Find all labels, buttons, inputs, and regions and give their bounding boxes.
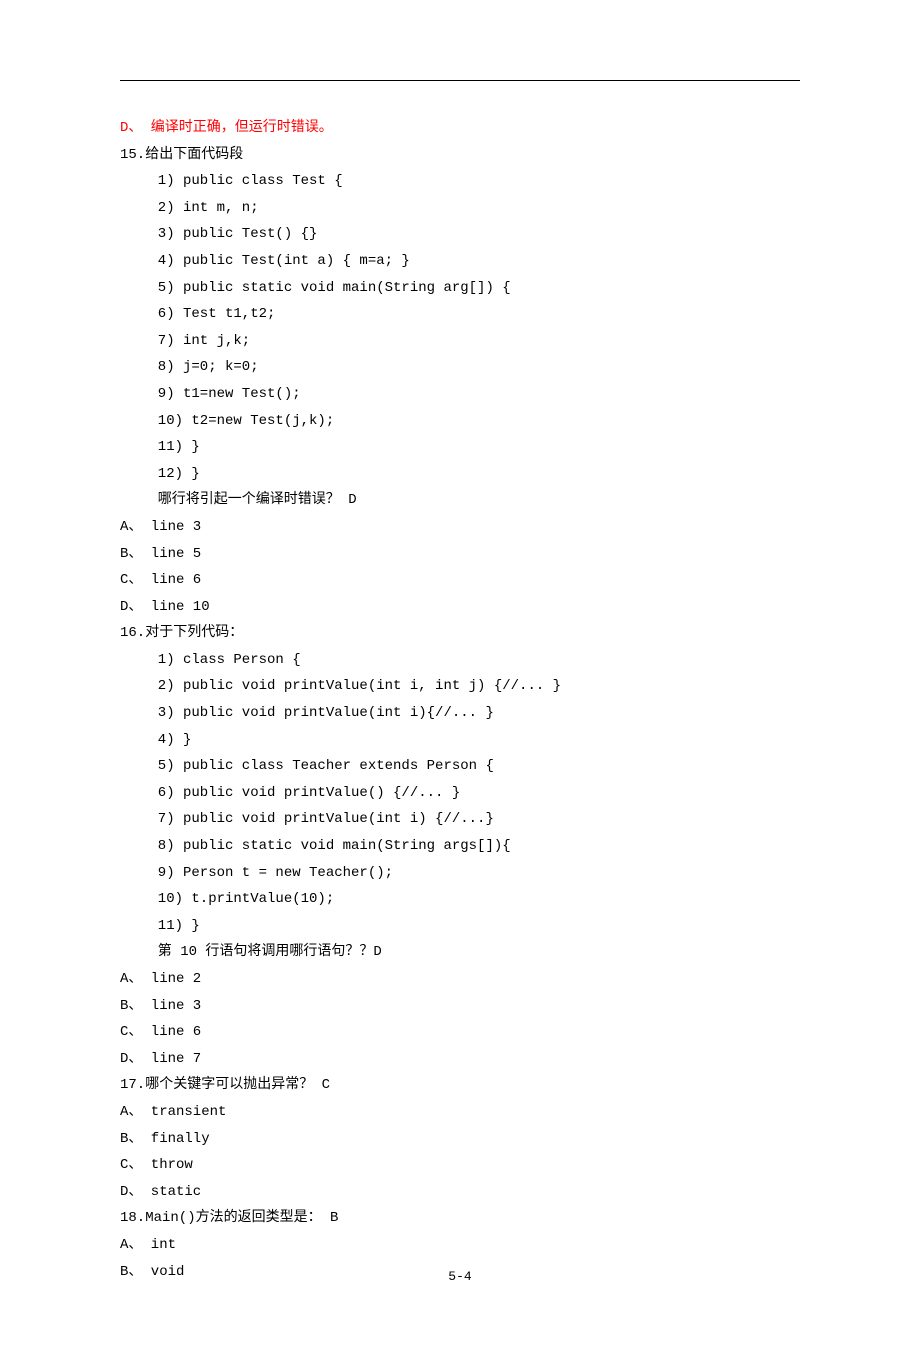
code-line: 2) public void printValue(int i, int j) … — [120, 673, 800, 700]
answer-option-d: D、 编译时正确，但运行时错误。 — [120, 115, 800, 142]
q16-option-a: A、 line 2 — [120, 966, 800, 993]
code-line: 1) class Person { — [120, 647, 800, 674]
page-number: 5-4 — [0, 1265, 920, 1290]
q15-option-b: B、 line 5 — [120, 541, 800, 568]
q17-option-a: A、 transient — [120, 1099, 800, 1126]
q16-stem: 16.对于下列代码： — [120, 620, 800, 647]
q18-option-a: A、 int — [120, 1232, 800, 1259]
code-line: 6) Test t1,t2; — [120, 301, 800, 328]
code-line: 10) t.printValue(10); — [120, 886, 800, 913]
q16-option-d: D、 line 7 — [120, 1046, 800, 1073]
code-line: 4) public Test(int a) { m=a; } — [120, 248, 800, 275]
code-line: 10) t2=new Test(j,k); — [120, 408, 800, 435]
horizontal-rule — [120, 80, 800, 81]
code-line: 5) public class Teacher extends Person { — [120, 753, 800, 780]
q15-option-a: A、 line 3 — [120, 514, 800, 541]
q15-stem: 15.给出下面代码段 — [120, 142, 800, 169]
code-line: 9) Person t = new Teacher(); — [120, 860, 800, 887]
q15-option-d: D、 line 10 — [120, 594, 800, 621]
code-line: 8) j=0; k=0; — [120, 354, 800, 381]
code-line: 6) public void printValue() {//... } — [120, 780, 800, 807]
q15-ask: 哪行将引起一个编译时错误？ D — [120, 487, 800, 514]
code-line: 2) int m, n; — [120, 195, 800, 222]
q16-option-c: C、 line 6 — [120, 1019, 800, 1046]
code-line: 4) } — [120, 727, 800, 754]
q17-option-b: B、 finally — [120, 1126, 800, 1153]
code-line: 7) int j,k; — [120, 328, 800, 355]
document-page: D、 编译时正确，但运行时错误。 15.给出下面代码段 1) public cl… — [0, 0, 920, 1345]
q17-option-c: C、 throw — [120, 1152, 800, 1179]
q16-ask: 第 10 行语句将调用哪行语句？？D — [120, 939, 800, 966]
code-line: 11) } — [120, 913, 800, 940]
q15-option-c: C、 line 6 — [120, 567, 800, 594]
code-line: 7) public void printValue(int i) {//...} — [120, 806, 800, 833]
code-line: 3) public void printValue(int i){//... } — [120, 700, 800, 727]
code-line: 9) t1=new Test(); — [120, 381, 800, 408]
code-line: 1) public class Test { — [120, 168, 800, 195]
q16-option-b: B、 line 3 — [120, 993, 800, 1020]
code-line: 8) public static void main(String args[]… — [120, 833, 800, 860]
code-line: 3) public Test() {} — [120, 221, 800, 248]
code-line: 5) public static void main(String arg[])… — [120, 275, 800, 302]
q17-option-d: D、 static — [120, 1179, 800, 1206]
q17-stem: 17.哪个关键字可以抛出异常？ C — [120, 1072, 800, 1099]
q18-stem: 18.Main()方法的返回类型是： B — [120, 1205, 800, 1232]
code-line: 11) } — [120, 434, 800, 461]
code-line: 12) } — [120, 461, 800, 488]
